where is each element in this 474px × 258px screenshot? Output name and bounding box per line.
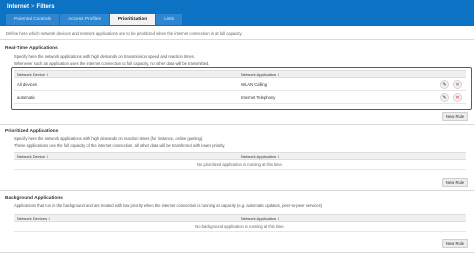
section-desc-line: These applications use the full capacity… [14,142,226,148]
background-table: Network Devices ↕ Network Application ↕ … [14,214,466,232]
empty-message: No prioritized application is running at… [14,160,466,170]
section-desc-line: Applications that run in the background … [14,203,323,208]
new-rule-button-background[interactable]: New Rule [442,239,468,248]
main-content: Define here which network devices and ne… [0,26,474,258]
breadcrumb-current: Filters [36,4,55,10]
col-header-app[interactable]: Network Application ↕ [241,154,279,160]
section-title-background: Background Applications [5,196,63,201]
divider [0,252,474,253]
tab-parental-controls[interactable]: Parental Controls [6,14,60,25]
prioritized-table: Network Device ↕ Network Application ↕ N… [14,152,466,170]
col-header-device[interactable]: Network Device ↕ [17,154,48,160]
section-desc-prioritized: Specify here the network applications wi… [14,136,464,149]
table-header: Network Device ↕ Network Application ↕ [14,152,466,160]
col-header-device[interactable]: Network Devices ↕ [17,216,50,222]
divider [0,39,474,40]
empty-message: No background application is running at … [14,222,466,232]
intro-text: Define here which network devices and ne… [6,31,243,36]
section-desc-background: Applications that run in the background … [14,203,464,210]
breadcrumb-root[interactable]: Internet [7,4,29,10]
highlight-box [11,67,472,110]
tab-bar: Parental Controls Access Profiles Priori… [6,14,183,25]
tab-lists[interactable]: Lists [156,14,183,25]
section-desc-realtime: Specify here the network applications wi… [14,54,464,67]
divider [0,124,474,125]
breadcrumb: Internet > Filters [7,4,55,11]
divider [0,190,474,191]
section-title-prioritized: Prioritized Applications [5,129,59,134]
tab-access-profiles[interactable]: Access Profiles [60,14,109,25]
tab-prioritization[interactable]: Prioritization [109,14,156,25]
new-rule-button-realtime[interactable]: New Rule [442,112,468,121]
table-header: Network Devices ↕ Network Application ↕ [14,214,466,222]
col-header-app[interactable]: Network Application ↕ [241,216,279,222]
breadcrumb-separator: > [31,4,35,10]
top-header: Internet > Filters Parental Controls Acces… [0,0,474,26]
new-rule-button-prioritized[interactable]: New Rule [442,178,468,187]
section-title-realtime: Real-Time Applications [5,46,58,51]
